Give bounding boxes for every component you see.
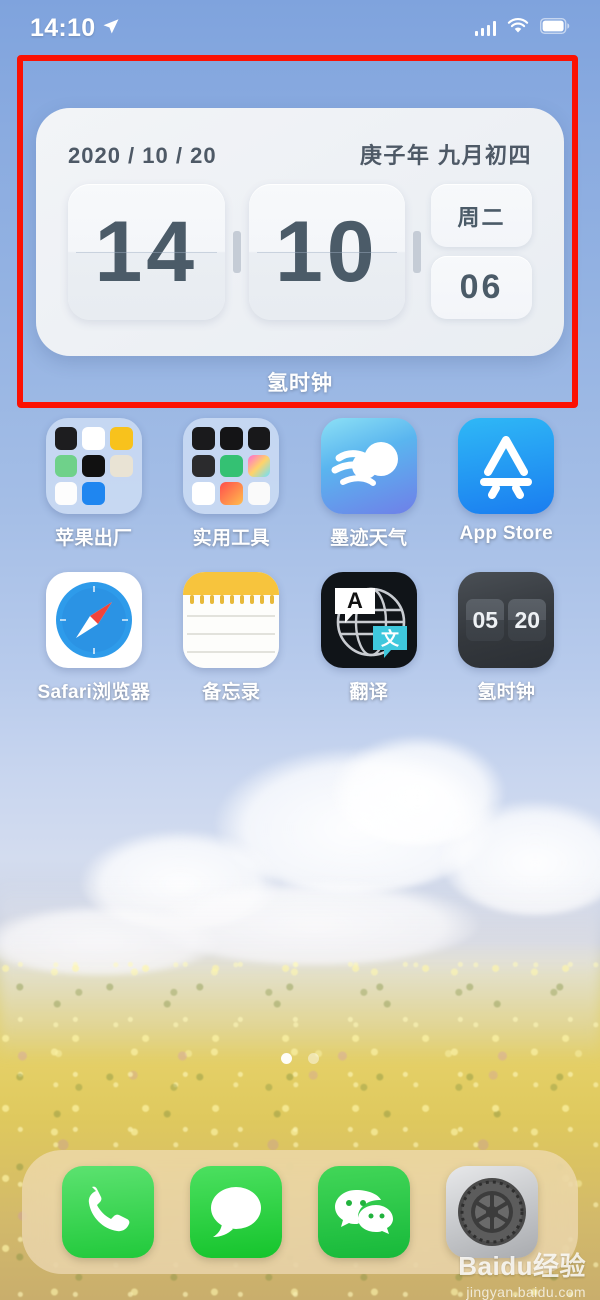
flip-side-stack: 周二 06: [431, 184, 532, 319]
weather-cloud-icon[interactable]: [320, 418, 417, 514]
flip-weekday: 周二: [431, 184, 532, 247]
app-hydrogen-clock[interactable]: 05 20 氢时钟: [443, 572, 571, 704]
app-translate[interactable]: A 文 翻译: [305, 572, 433, 704]
app-row-2: Safari浏览器 备忘录 A 文 翻译 05 20 氢时钟: [0, 572, 600, 704]
app-label: 墨迹天气: [330, 528, 408, 549]
dock-wechat-icon[interactable]: [318, 1166, 410, 1258]
app-row-1: 苹果出厂 实用工具 墨迹天气 App Store: [0, 418, 600, 550]
app-safari[interactable]: Safari浏览器: [30, 572, 158, 704]
safari-compass-icon[interactable]: [45, 572, 142, 668]
mini-app-icon: [192, 454, 215, 478]
mini-app-slot-empty: [110, 482, 133, 505]
clock-widget-card[interactable]: 2020 / 10 / 20 庚子年 九月初四 14 10 周二 06: [36, 108, 564, 356]
mini-app-icon: [54, 427, 78, 450]
wallpaper-cloud: [330, 735, 505, 845]
widget-lunar-date: 庚子年 九月初四: [359, 143, 532, 168]
app-label: 翻译: [349, 682, 389, 703]
mini-app-icon: [219, 454, 243, 478]
dock-settings-gear-icon[interactable]: [446, 1166, 538, 1258]
page-indicator[interactable]: [0, 1053, 600, 1064]
widget-gregorian-date: 2020 / 10 / 20: [68, 143, 217, 168]
app-label: 备忘录: [202, 682, 261, 703]
flip-minutes: 10: [248, 184, 406, 320]
mini-app-icon: [54, 454, 78, 478]
mini-app-icon: [110, 454, 133, 478]
flip-hours: 14: [68, 184, 225, 320]
mini-app-icon: [192, 482, 215, 505]
app-label: 苹果出厂: [55, 528, 133, 549]
widget-header: 2020 / 10 / 20 庚子年 九月初四: [68, 138, 532, 170]
page-dot-1[interactable]: [281, 1053, 292, 1064]
status-bar-clock: 14:10: [30, 13, 96, 42]
location-arrow-icon: [102, 17, 120, 40]
cellular-signal-icon: [474, 20, 496, 36]
clock-app-icon[interactable]: 05 20: [458, 572, 555, 668]
svg-text:文: 文: [381, 628, 400, 649]
clock-icon-right-digits: 20: [508, 599, 547, 641]
dock-messages-icon[interactable]: [190, 1166, 282, 1258]
mini-app-icon: [247, 427, 271, 450]
mini-app-icon: [82, 482, 106, 505]
clock-icon-left-digits: 05: [466, 599, 505, 641]
app-folder-apple-stock[interactable]: 苹果出厂: [30, 418, 158, 550]
translate-globe-icon[interactable]: A 文: [320, 572, 417, 668]
page-dot-2[interactable]: [308, 1053, 319, 1064]
app-label: App Store: [459, 523, 553, 544]
flip-clock: 14 10 周二 06: [68, 184, 532, 320]
status-bar-right: [474, 17, 571, 39]
app-notes[interactable]: 备忘录: [168, 572, 296, 704]
status-bar-left: 14:10: [30, 14, 120, 43]
app-label: Safari浏览器: [37, 682, 150, 703]
folder-icon[interactable]: [45, 418, 142, 514]
mini-app-icon: [54, 482, 78, 505]
app-store-icon[interactable]: [458, 418, 555, 514]
widget-app-label: 氢时钟: [267, 372, 333, 395]
dock-phone-icon[interactable]: [62, 1166, 154, 1258]
mini-app-icon: [82, 427, 106, 450]
clock-widget[interactable]: 2020 / 10 / 20 庚子年 九月初四 14 10 周二 06 氢时钟: [36, 108, 564, 397]
app-folder-utilities[interactable]: 实用工具: [168, 418, 296, 550]
wifi-icon: [507, 17, 529, 39]
flip-seconds: 06: [431, 256, 532, 319]
flip-separator: [232, 231, 241, 273]
iphone-home-screen: 14:10 2020 / 10 / 20 庚子年 九月初四 14 10 周二 0…: [0, 0, 600, 1300]
mini-app-icon: [247, 454, 271, 478]
mini-app-icon: [247, 482, 271, 505]
mini-app-icon: [192, 427, 215, 450]
app-label: 实用工具: [192, 528, 270, 549]
svg-text:A: A: [347, 588, 363, 613]
app-label: 氢时钟: [477, 682, 536, 703]
battery-icon: [539, 17, 570, 39]
status-bar: 14:10: [0, 0, 600, 56]
mini-app-icon: [219, 427, 243, 450]
mini-app-icon: [82, 454, 106, 478]
mini-app-icon: [219, 482, 243, 505]
wallpaper-cloud: [215, 748, 495, 893]
app-grid: 苹果出厂 实用工具 墨迹天气 App Store Safari浏览器 备忘录 A…: [0, 418, 600, 704]
notes-icon[interactable]: [183, 572, 280, 668]
dock: [22, 1150, 578, 1274]
mini-app-icon: [110, 427, 133, 450]
app-app-store[interactable]: App Store: [443, 418, 571, 550]
app-moji-weather[interactable]: 墨迹天气: [305, 418, 433, 550]
flip-separator: [413, 231, 421, 273]
folder-icon[interactable]: [183, 418, 280, 514]
